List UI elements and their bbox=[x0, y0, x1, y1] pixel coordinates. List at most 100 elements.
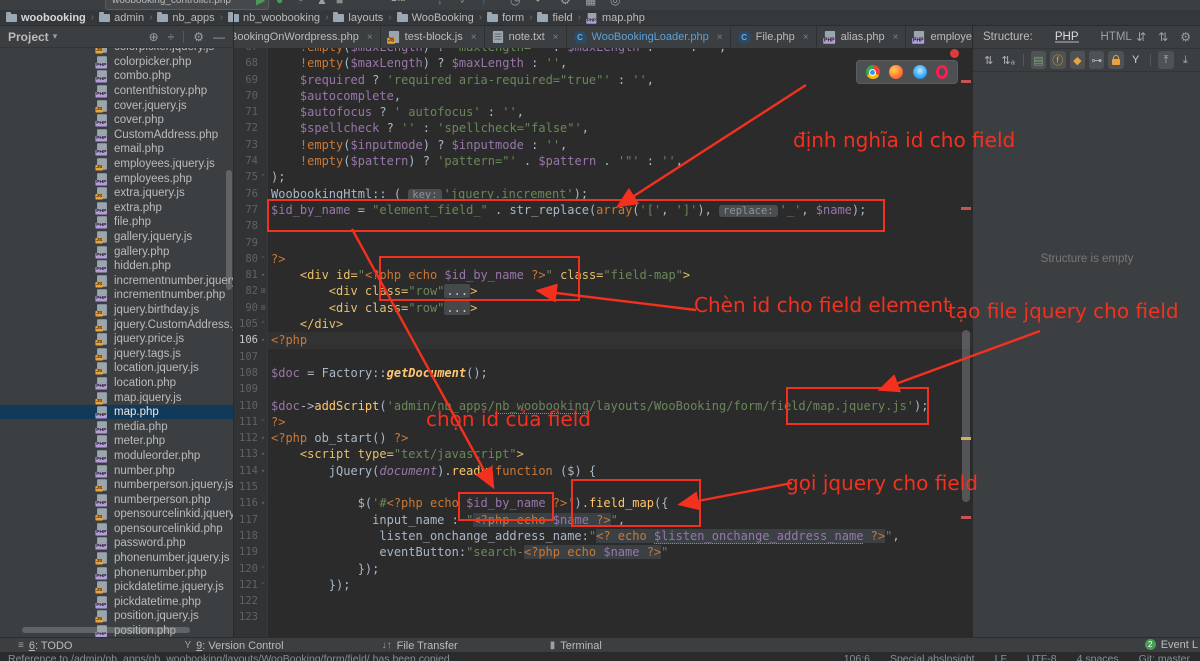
tree-item-pickdatetime.php[interactable]: PHPpickdatetime.php bbox=[0, 595, 233, 610]
chevron-down-icon[interactable]: ▾ bbox=[53, 31, 58, 42]
structure-tab-HTML[interactable]: HTML bbox=[1101, 31, 1132, 43]
tree-item-numberperson.php[interactable]: PHPnumberperson.php bbox=[0, 492, 233, 507]
project-panel-header[interactable]: Project ▾ ⊕ ÷ ⚙ — bbox=[0, 26, 233, 48]
vcs-update-icon[interactable]: ↓ bbox=[437, 0, 443, 8]
fold-marker-icon[interactable]: ⌃ bbox=[258, 561, 268, 577]
tree-item-gallery.jquery.js[interactable]: JSgallery.jquery.js bbox=[0, 230, 233, 245]
breadcrumb-item-admin[interactable]: admin bbox=[99, 12, 144, 24]
tree-item-map.php[interactable]: PHPmap.php bbox=[0, 405, 233, 420]
profiler-icon[interactable]: ▲ bbox=[316, 0, 328, 8]
fold-marker-icon[interactable]: ⌃ bbox=[258, 251, 268, 267]
autoscroll-from-source-icon[interactable]: ⤓ bbox=[1178, 51, 1193, 69]
close-icon[interactable]: × bbox=[553, 32, 559, 43]
status-widget-Special abslnsight[interactable]: Special abslnsight bbox=[890, 653, 975, 661]
fold-marker-icon[interactable]: ⌃ bbox=[258, 577, 268, 593]
tree-item-colorpicker.php[interactable]: PHPcolorpicker.php bbox=[0, 55, 233, 70]
tab-note.txt[interactable]: note.txt× bbox=[485, 26, 567, 48]
tree-item-employees.php[interactable]: PHPemployees.php bbox=[0, 171, 233, 186]
fold-marker-icon[interactable]: ⊞ bbox=[258, 300, 268, 316]
fold-marker-icon[interactable]: ⌃ bbox=[258, 414, 268, 430]
editor-scrollbar[interactable] bbox=[962, 330, 970, 502]
firefox-icon[interactable] bbox=[889, 65, 903, 79]
tree-vertical-scrollbar[interactable] bbox=[226, 170, 232, 290]
close-icon[interactable]: × bbox=[893, 32, 899, 43]
show-inherited-icon[interactable]: ▤ bbox=[1031, 51, 1046, 69]
close-icon[interactable]: × bbox=[803, 32, 809, 43]
tree-item-location.php[interactable]: PHPlocation.php bbox=[0, 376, 233, 391]
locate-icon[interactable]: ⊕ bbox=[149, 30, 159, 44]
undo-icon[interactable]: ↶ bbox=[535, 0, 545, 8]
tree-item-jquery.tags.js[interactable]: JSjquery.tags.js bbox=[0, 346, 233, 361]
tab-employees.php[interactable]: PHPemployees.php× bbox=[906, 26, 972, 48]
tree-item-position.jquery.js[interactable]: JSposition.jquery.js bbox=[0, 609, 233, 624]
tree-item-combo.php[interactable]: PHPcombo.php bbox=[0, 69, 233, 84]
statusbar-File Transfer[interactable]: ↓↑File Transfer bbox=[382, 640, 458, 652]
sort-alphabetically-icon[interactable]: ⇅ₐ bbox=[1000, 51, 1015, 69]
stop-icon[interactable]: ■ bbox=[336, 0, 343, 8]
project-tree[interactable]: JScolorpicker.jquery.jsPHPcolorpicker.ph… bbox=[0, 48, 233, 637]
tab-File.php[interactable]: CFile.php× bbox=[731, 26, 817, 48]
breadcrumb-item-layouts[interactable]: layouts bbox=[333, 12, 383, 24]
tree-item-opensourcelinkid.php[interactable]: PHPopensourcelinkid.php bbox=[0, 522, 233, 537]
tab-alias.php[interactable]: PHPalias.php× bbox=[817, 26, 907, 48]
collapse-all-icon[interactable]: ⇅ bbox=[1158, 30, 1168, 44]
statusbar-6: TODO[interactable]: ≡6: TODO bbox=[18, 640, 72, 652]
fold-marker-icon[interactable]: ▾ bbox=[258, 495, 268, 511]
chrome-icon[interactable] bbox=[866, 65, 880, 79]
tree-item-location.jquery.js[interactable]: JSlocation.jquery.js bbox=[0, 361, 233, 376]
tree-item-jquery.CustomAddress.js[interactable]: JSjquery.CustomAddress.js bbox=[0, 317, 233, 332]
breadcrumb-item-map.php[interactable]: PHPmap.php bbox=[586, 11, 645, 25]
settings-icon[interactable]: ⚙ bbox=[560, 0, 571, 8]
structure-tab-PHP[interactable]: PHP bbox=[1055, 31, 1079, 43]
tree-item-pickdatetime.jquery.js[interactable]: JSpickdatetime.jquery.js bbox=[0, 580, 233, 595]
statusbar-Terminal[interactable]: ▮Terminal bbox=[550, 640, 602, 652]
fold-marker-icon[interactable]: ▾ bbox=[258, 446, 268, 462]
close-icon[interactable]: × bbox=[717, 32, 723, 43]
history-icon[interactable]: ◷ bbox=[510, 0, 520, 8]
code-editor[interactable]: 67 !empty($maxLength) ? 'maxlength="' . … bbox=[234, 48, 972, 637]
status-widget-106:6[interactable]: 106:6 bbox=[844, 653, 870, 661]
tree-item-opensourcelinkid.jquery.js[interactable]: JSopensourcelinkid.jquery.js bbox=[0, 507, 233, 522]
tree-item-password.php[interactable]: PHPpassword.php bbox=[0, 536, 233, 551]
settings-icon[interactable]: ⚙ bbox=[1180, 30, 1191, 44]
autoscroll-to-source-icon[interactable]: ⤒ bbox=[1158, 51, 1173, 69]
search-icon[interactable]: ◎ bbox=[610, 0, 620, 8]
status-widget-4 spaces[interactable]: 4 spaces bbox=[1077, 653, 1119, 661]
tree-item-map.jquery.js[interactable]: JSmap.jquery.js bbox=[0, 390, 233, 405]
tree-item-CustomAddress.php[interactable]: PHPCustomAddress.php bbox=[0, 128, 233, 143]
tree-item-extra.php[interactable]: PHPextra.php bbox=[0, 201, 233, 216]
sort-by-visibility-icon[interactable]: ⇅ bbox=[981, 51, 996, 69]
vcs-push-icon[interactable]: ↑ bbox=[481, 0, 487, 8]
tree-item-jquery.birthday.js[interactable]: JSjquery.birthday.js bbox=[0, 303, 233, 318]
debug-icon[interactable]: ● bbox=[276, 0, 283, 8]
show-variables-icon[interactable]: ⊶ bbox=[1089, 51, 1104, 69]
coverage-icon[interactable]: ◔ bbox=[296, 0, 303, 8]
status-widget-LF[interactable]: LF bbox=[995, 653, 1007, 661]
show-fields-icon[interactable]: ⓕ bbox=[1050, 51, 1065, 69]
close-icon[interactable]: × bbox=[367, 32, 373, 43]
breadcrumb-item-WooBooking[interactable]: WooBooking bbox=[397, 12, 474, 24]
tab-test-block.js[interactable]: JStest-block.js× bbox=[381, 26, 485, 48]
tree-item-extra.jquery.js[interactable]: JSextra.jquery.js bbox=[0, 186, 233, 201]
tree-item-gallery.php[interactable]: PHPgallery.php bbox=[0, 244, 233, 259]
breadcrumb-item-field[interactable]: field bbox=[537, 12, 572, 24]
safari-icon[interactable] bbox=[913, 65, 927, 79]
tab-BookingOnWordpress.php[interactable]: PHPBookingOnWordpress.php× bbox=[234, 26, 381, 48]
event-log-button[interactable]: 2 Event L bbox=[1145, 637, 1198, 652]
close-icon[interactable]: × bbox=[471, 32, 477, 43]
fold-marker-icon[interactable]: ▾ bbox=[258, 332, 268, 348]
run-icon[interactable]: ▶ bbox=[256, 0, 265, 8]
tree-item-numberperson.jquery.js[interactable]: JSnumberperson.jquery.js bbox=[0, 478, 233, 493]
settings-icon[interactable]: ⚙ bbox=[193, 30, 204, 44]
tree-item-cover.php[interactable]: PHPcover.php bbox=[0, 113, 233, 128]
fold-marker-icon[interactable]: ▾ bbox=[258, 463, 268, 479]
filter-icon[interactable]: Y bbox=[1128, 51, 1143, 69]
tree-item-file.php[interactable]: PHPfile.php bbox=[0, 215, 233, 230]
tree-item-phonenumber.jquery.js[interactable]: JSphonenumber.jquery.js bbox=[0, 551, 233, 566]
tree-item-incrementnumber.jquery.js[interactable]: JSincrementnumber.jquery.js bbox=[0, 274, 233, 289]
fold-marker-icon[interactable]: ⊞ bbox=[258, 283, 268, 299]
tree-item-jquery.price.js[interactable]: JSjquery.price.js bbox=[0, 332, 233, 347]
tree-item-employees.jquery.js[interactable]: JSemployees.jquery.js bbox=[0, 157, 233, 172]
breadcrumb-item-form[interactable]: form bbox=[487, 12, 524, 24]
tree-item-contenthistory.php[interactable]: PHPcontenthistory.php bbox=[0, 84, 233, 99]
